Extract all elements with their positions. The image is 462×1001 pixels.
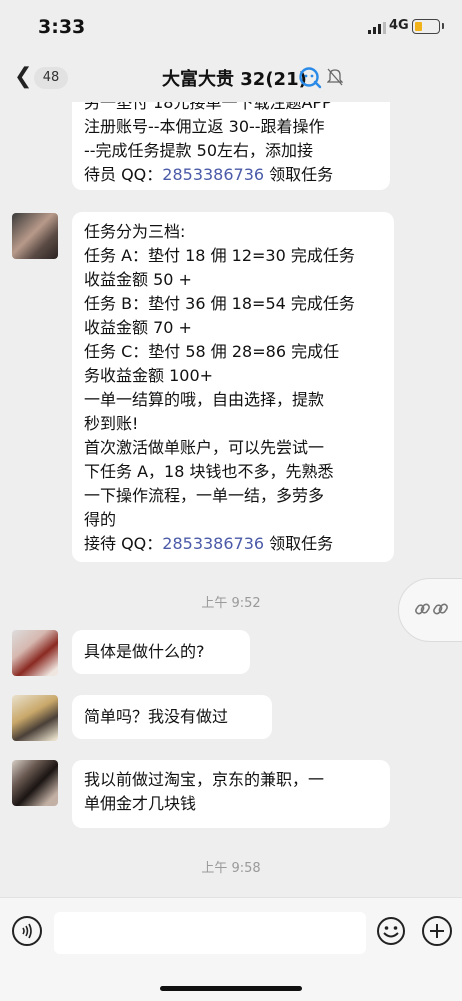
message-line: 得的 (84, 510, 117, 529)
message-line: 收益金额 70 + (84, 318, 192, 337)
message-line: 一单一结算的哦，自由选择，提款 (84, 390, 325, 409)
qq-number-link[interactable]: 2853386736 (162, 534, 264, 553)
message-line: 注册账号--本佣立返 30--跟着操作 (84, 117, 325, 136)
add-plus-icon[interactable] (422, 916, 452, 946)
message-bubble[interactable]: 我以前做过淘宝，京东的兼职，一 单佣金才几块钱 (72, 760, 390, 828)
message-bubble[interactable]: 具体是做什么的? (72, 630, 250, 674)
message-line: 一下操作流程，一单一结，多劳多 (84, 486, 325, 505)
timestamp: 上午 9:52 (201, 596, 261, 611)
home-indicator (160, 986, 302, 991)
qq-label: 接待 QQ： (84, 534, 163, 553)
timestamp: 上午 9:58 (201, 861, 261, 876)
mute-bell-icon (327, 68, 343, 86)
network-type: 4G (389, 18, 409, 33)
unread-count-badge[interactable]: 48 (34, 67, 68, 89)
message-line: 具体是做什么的? (84, 642, 205, 661)
qq-label: 待员 QQ： (84, 165, 163, 184)
message-line: 待员 QQ：2853386736 领取任务 (84, 163, 378, 187)
avatar[interactable] (12, 695, 58, 741)
qq-suffix: 领取任务 (264, 165, 334, 184)
message-line: 任务分为三档: (84, 222, 186, 241)
back-chevron-icon[interactable]: ❮ (14, 66, 32, 88)
message-line: 下任务 A，18 块钱也不多，先熟悉 (84, 462, 334, 481)
status-time: 3:33 (38, 16, 86, 38)
chat-title[interactable]: 大富大贵 32(21) (162, 65, 307, 91)
input-bar (0, 897, 462, 1001)
emoji-icon[interactable] (376, 916, 406, 946)
floating-link-button[interactable] (398, 578, 462, 642)
qq-group-icon (299, 67, 322, 89)
message-line: 任务 B：垫付 36 佣 18=54 完成任务 (84, 294, 355, 313)
battery-icon (412, 19, 444, 34)
avatar[interactable] (12, 760, 58, 806)
voice-input-icon[interactable] (12, 916, 42, 946)
link-icon (415, 603, 448, 615)
chat-header-overlay: ❮ 48 大富大贵 32(21) (0, 54, 462, 102)
message-line: 简单吗？我没有做过 (84, 707, 229, 726)
avatar[interactable] (12, 630, 58, 676)
qq-suffix: 领取任务 (264, 534, 334, 553)
message-line: 收益金额 50 + (84, 270, 192, 289)
avatar[interactable] (12, 213, 58, 259)
message-line: 首次激活做单账户，可以先尝试一 (84, 438, 325, 457)
message-line: 任务 A：垫付 18 佣 12=30 完成任务 (84, 246, 355, 265)
message-line: 单佣金才几块钱 (84, 794, 197, 813)
status-bar: 3:33 4G (0, 0, 462, 54)
message-line: 接待 QQ：2853386736 领取任务 (84, 532, 382, 556)
message-line: --完成任务提款 50左右，添加接 (84, 141, 313, 160)
message-input[interactable] (54, 912, 366, 954)
signal-icon (368, 22, 386, 34)
message-bubble[interactable]: 简单吗？我没有做过 (72, 695, 272, 739)
message-line: 秒到账! (84, 414, 139, 433)
message-line: 务收益金额 100+ (84, 366, 214, 385)
message-line: 我以前做过淘宝，京东的兼职，一 (84, 770, 325, 789)
qq-number-link[interactable]: 2853386736 (162, 165, 264, 184)
message-bubble[interactable]: 任务分为三档: 任务 A：垫付 18 佣 12=30 完成任务 收益金额 50 … (72, 212, 394, 562)
message-line: 任务 C：垫付 58 佣 28=86 完成任 (84, 342, 340, 361)
